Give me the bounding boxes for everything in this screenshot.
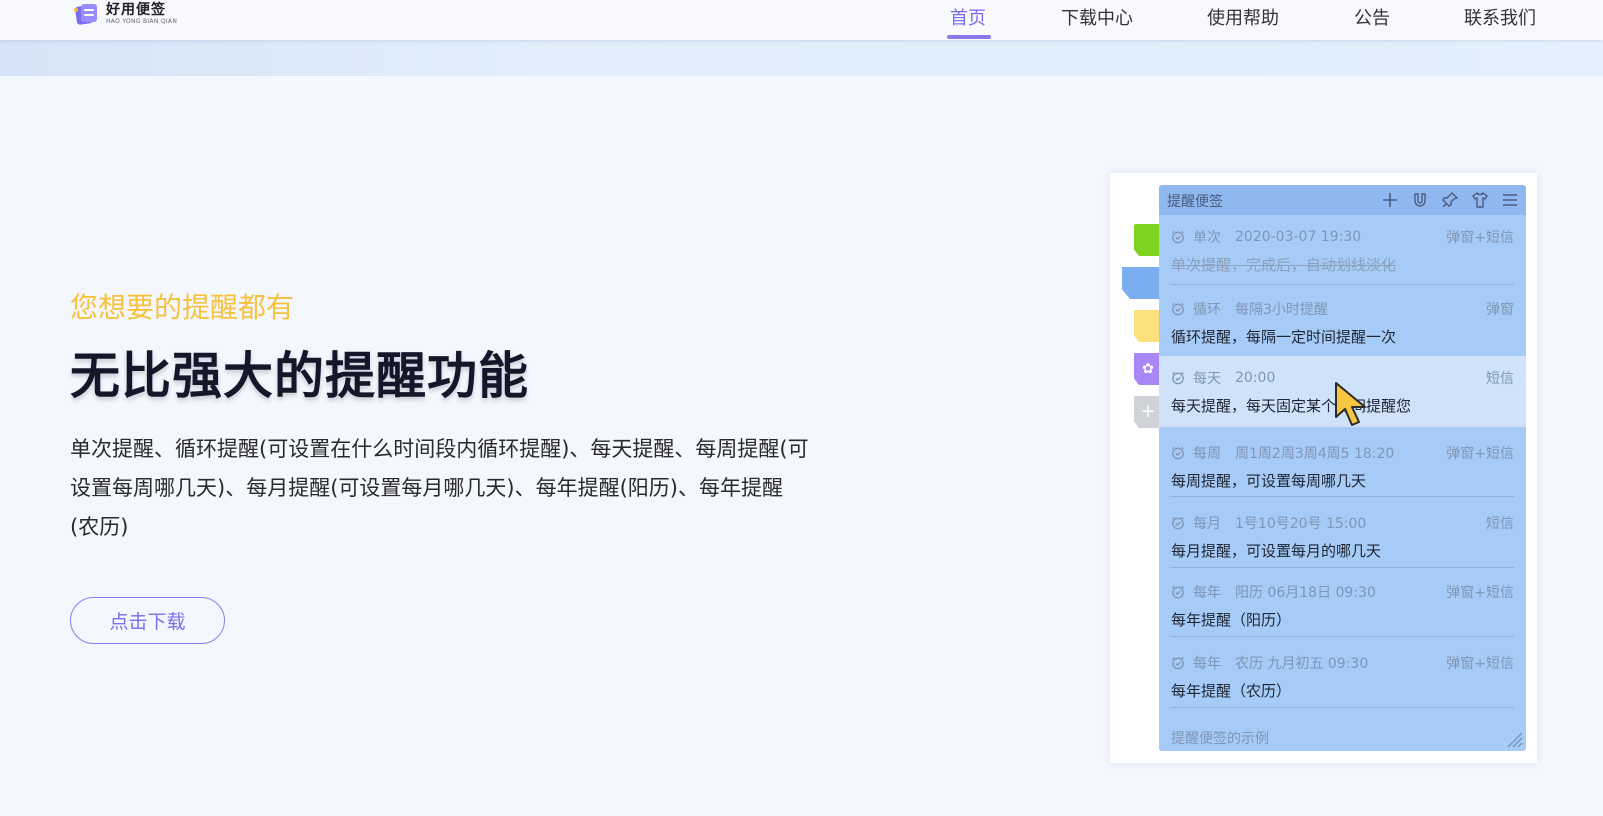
hero-description: 单次提醒、循环提醒(可设置在什么时间段内循环提醒)、每天提醒、每周提醒(可设置每… <box>70 437 809 539</box>
logo-icon <box>74 2 100 26</box>
reminder-item[interactable]: 循环 每隔3小时提醒 弹窗 循环提醒，每隔一定时间提醒一次 <box>1159 293 1526 357</box>
reminder-item[interactable]: 每周 周1周2周3周4周5 18:20 弹窗+短信 每周提醒，可设置每周哪几天 <box>1159 437 1526 501</box>
reminder-time: 2020-03-07 19:30 <box>1235 229 1362 245</box>
reminder-item[interactable]: 单次 2020-03-07 19:30 弹窗+短信 单次提醒，完成后，自动划线淡… <box>1159 221 1526 285</box>
reminder-mode: 短信 <box>1486 371 1514 387</box>
nav-active-indicator <box>947 35 991 39</box>
site-logo[interactable]: 好用便签 HAO YONG BIAN QIAN <box>74 2 177 26</box>
divider <box>1171 636 1514 637</box>
reminder-type: 每年 <box>1193 585 1221 601</box>
alarm-clock-icon <box>1172 230 1184 244</box>
reminder-mode: 弹窗+短信 <box>1446 585 1514 601</box>
reminder-time: 周1周2周3周4周5 18:20 <box>1235 446 1395 462</box>
reminder-time: 1号10号20号 15:00 <box>1235 516 1367 532</box>
note-tab-purple[interactable]: ✿ <box>1134 353 1162 385</box>
reminder-mode: 弹窗+短信 <box>1446 230 1514 246</box>
note-tab-green[interactable] <box>1134 224 1162 256</box>
nav-contact[interactable]: 联系我们 <box>1464 4 1536 30</box>
reminder-type: 每天 <box>1193 371 1221 387</box>
reminder-time: 阳历 06月18日 09:30 <box>1235 585 1376 601</box>
reminder-mode: 弹窗 <box>1486 302 1514 318</box>
reminder-mode: 弹窗+短信 <box>1446 446 1514 462</box>
reminder-type: 每月 <box>1193 516 1221 532</box>
download-button[interactable]: 点击下载 <box>70 597 225 644</box>
alarm-clock-icon <box>1172 371 1184 385</box>
divider <box>1171 707 1514 708</box>
reminder-time: 农历 九月初五 09:30 <box>1235 656 1369 672</box>
note-tab-blue[interactable] <box>1122 267 1162 299</box>
reminder-type: 循环 <box>1193 302 1221 318</box>
reminder-text: 循环提醒，每隔一定时间提醒一次 <box>1171 328 1397 346</box>
reminder-mode: 弹窗+短信 <box>1446 656 1514 672</box>
hero-subtitle: 您想要的提醒都有 <box>70 291 295 324</box>
divider <box>1171 567 1514 568</box>
magnet-icon[interactable] <box>1410 189 1430 211</box>
note-tab-add[interactable]: + <box>1134 396 1162 428</box>
note-tab-yellow[interactable] <box>1134 310 1162 342</box>
pin-icon[interactable] <box>1440 189 1460 211</box>
note-header: 提醒便签 <box>1159 185 1526 215</box>
hero-headline: 无比强大的提醒功能 <box>70 347 529 405</box>
note-footer: 提醒便签的示例 <box>1171 731 1269 747</box>
alarm-clock-icon <box>1172 446 1184 460</box>
reminder-text: 每年提醒（农历） <box>1171 682 1292 700</box>
menu-icon[interactable] <box>1500 189 1520 211</box>
alarm-clock-icon <box>1172 302 1184 316</box>
reminder-type: 每年 <box>1193 656 1221 672</box>
reminder-text: 每月提醒，可设置每月的哪几天 <box>1171 542 1382 560</box>
reminder-item[interactable]: 每年 阳历 06月18日 09:30 弹窗+短信 每年提醒（阳历） <box>1159 576 1526 640</box>
reminder-text: 每年提醒（阳历） <box>1171 611 1292 629</box>
reminder-type: 每周 <box>1193 446 1221 462</box>
nav-download-center[interactable]: 下载中心 <box>1061 4 1133 30</box>
shirt-icon[interactable] <box>1470 189 1490 211</box>
nav-announcements[interactable]: 公告 <box>1354 4 1390 30</box>
reminder-text: 单次提醒，完成后，自动划线淡化 <box>1171 256 1397 274</box>
reminder-mode: 短信 <box>1486 516 1514 532</box>
nav-home[interactable]: 首页 <box>950 4 986 30</box>
alarm-clock-icon <box>1172 585 1184 599</box>
logo-name: 好用便签 <box>106 2 166 18</box>
divider <box>1171 496 1514 497</box>
logo-name-pinyin: HAO YONG BIAN QIAN <box>106 18 178 25</box>
alarm-clock-icon <box>1172 516 1184 530</box>
note-title: 提醒便签 <box>1167 194 1223 210</box>
plus-icon: + <box>1140 401 1156 422</box>
divider <box>1171 284 1514 285</box>
reminder-text: 每天提醒，每天固定某个时间提醒您 <box>1171 397 1412 415</box>
plus-icon[interactable] <box>1380 189 1400 211</box>
top-navbar: 好用便签 HAO YONG BIAN QIAN 首页 下载中心 使用帮助 公告 … <box>0 0 1603 40</box>
reminder-item[interactable]: 每年 农历 九月初五 09:30 弹窗+短信 每年提醒（农历） <box>1159 647 1526 711</box>
resize-grip-icon[interactable] <box>1504 729 1524 749</box>
mouse-cursor-icon <box>1335 382 1366 426</box>
alarm-clock-icon <box>1172 656 1184 670</box>
group-icon: ✿ <box>1142 361 1154 377</box>
reminder-type: 单次 <box>1193 230 1221 246</box>
header-banner-strip <box>0 40 1603 76</box>
reminder-time: 每隔3小时提醒 <box>1235 302 1328 318</box>
reminder-time: 20:00 <box>1235 370 1276 386</box>
reminder-item[interactable]: 每月 1号10号20号 15:00 短信 每月提醒，可设置每月的哪几天 <box>1159 507 1526 571</box>
nav-help[interactable]: 使用帮助 <box>1207 4 1279 30</box>
reminder-text: 每周提醒，可设置每周哪几天 <box>1171 472 1367 490</box>
reminder-note: 提醒便签 单次 2020-03-07 19:30 弹窗+短信 单次提醒，完成后，… <box>1159 185 1526 751</box>
